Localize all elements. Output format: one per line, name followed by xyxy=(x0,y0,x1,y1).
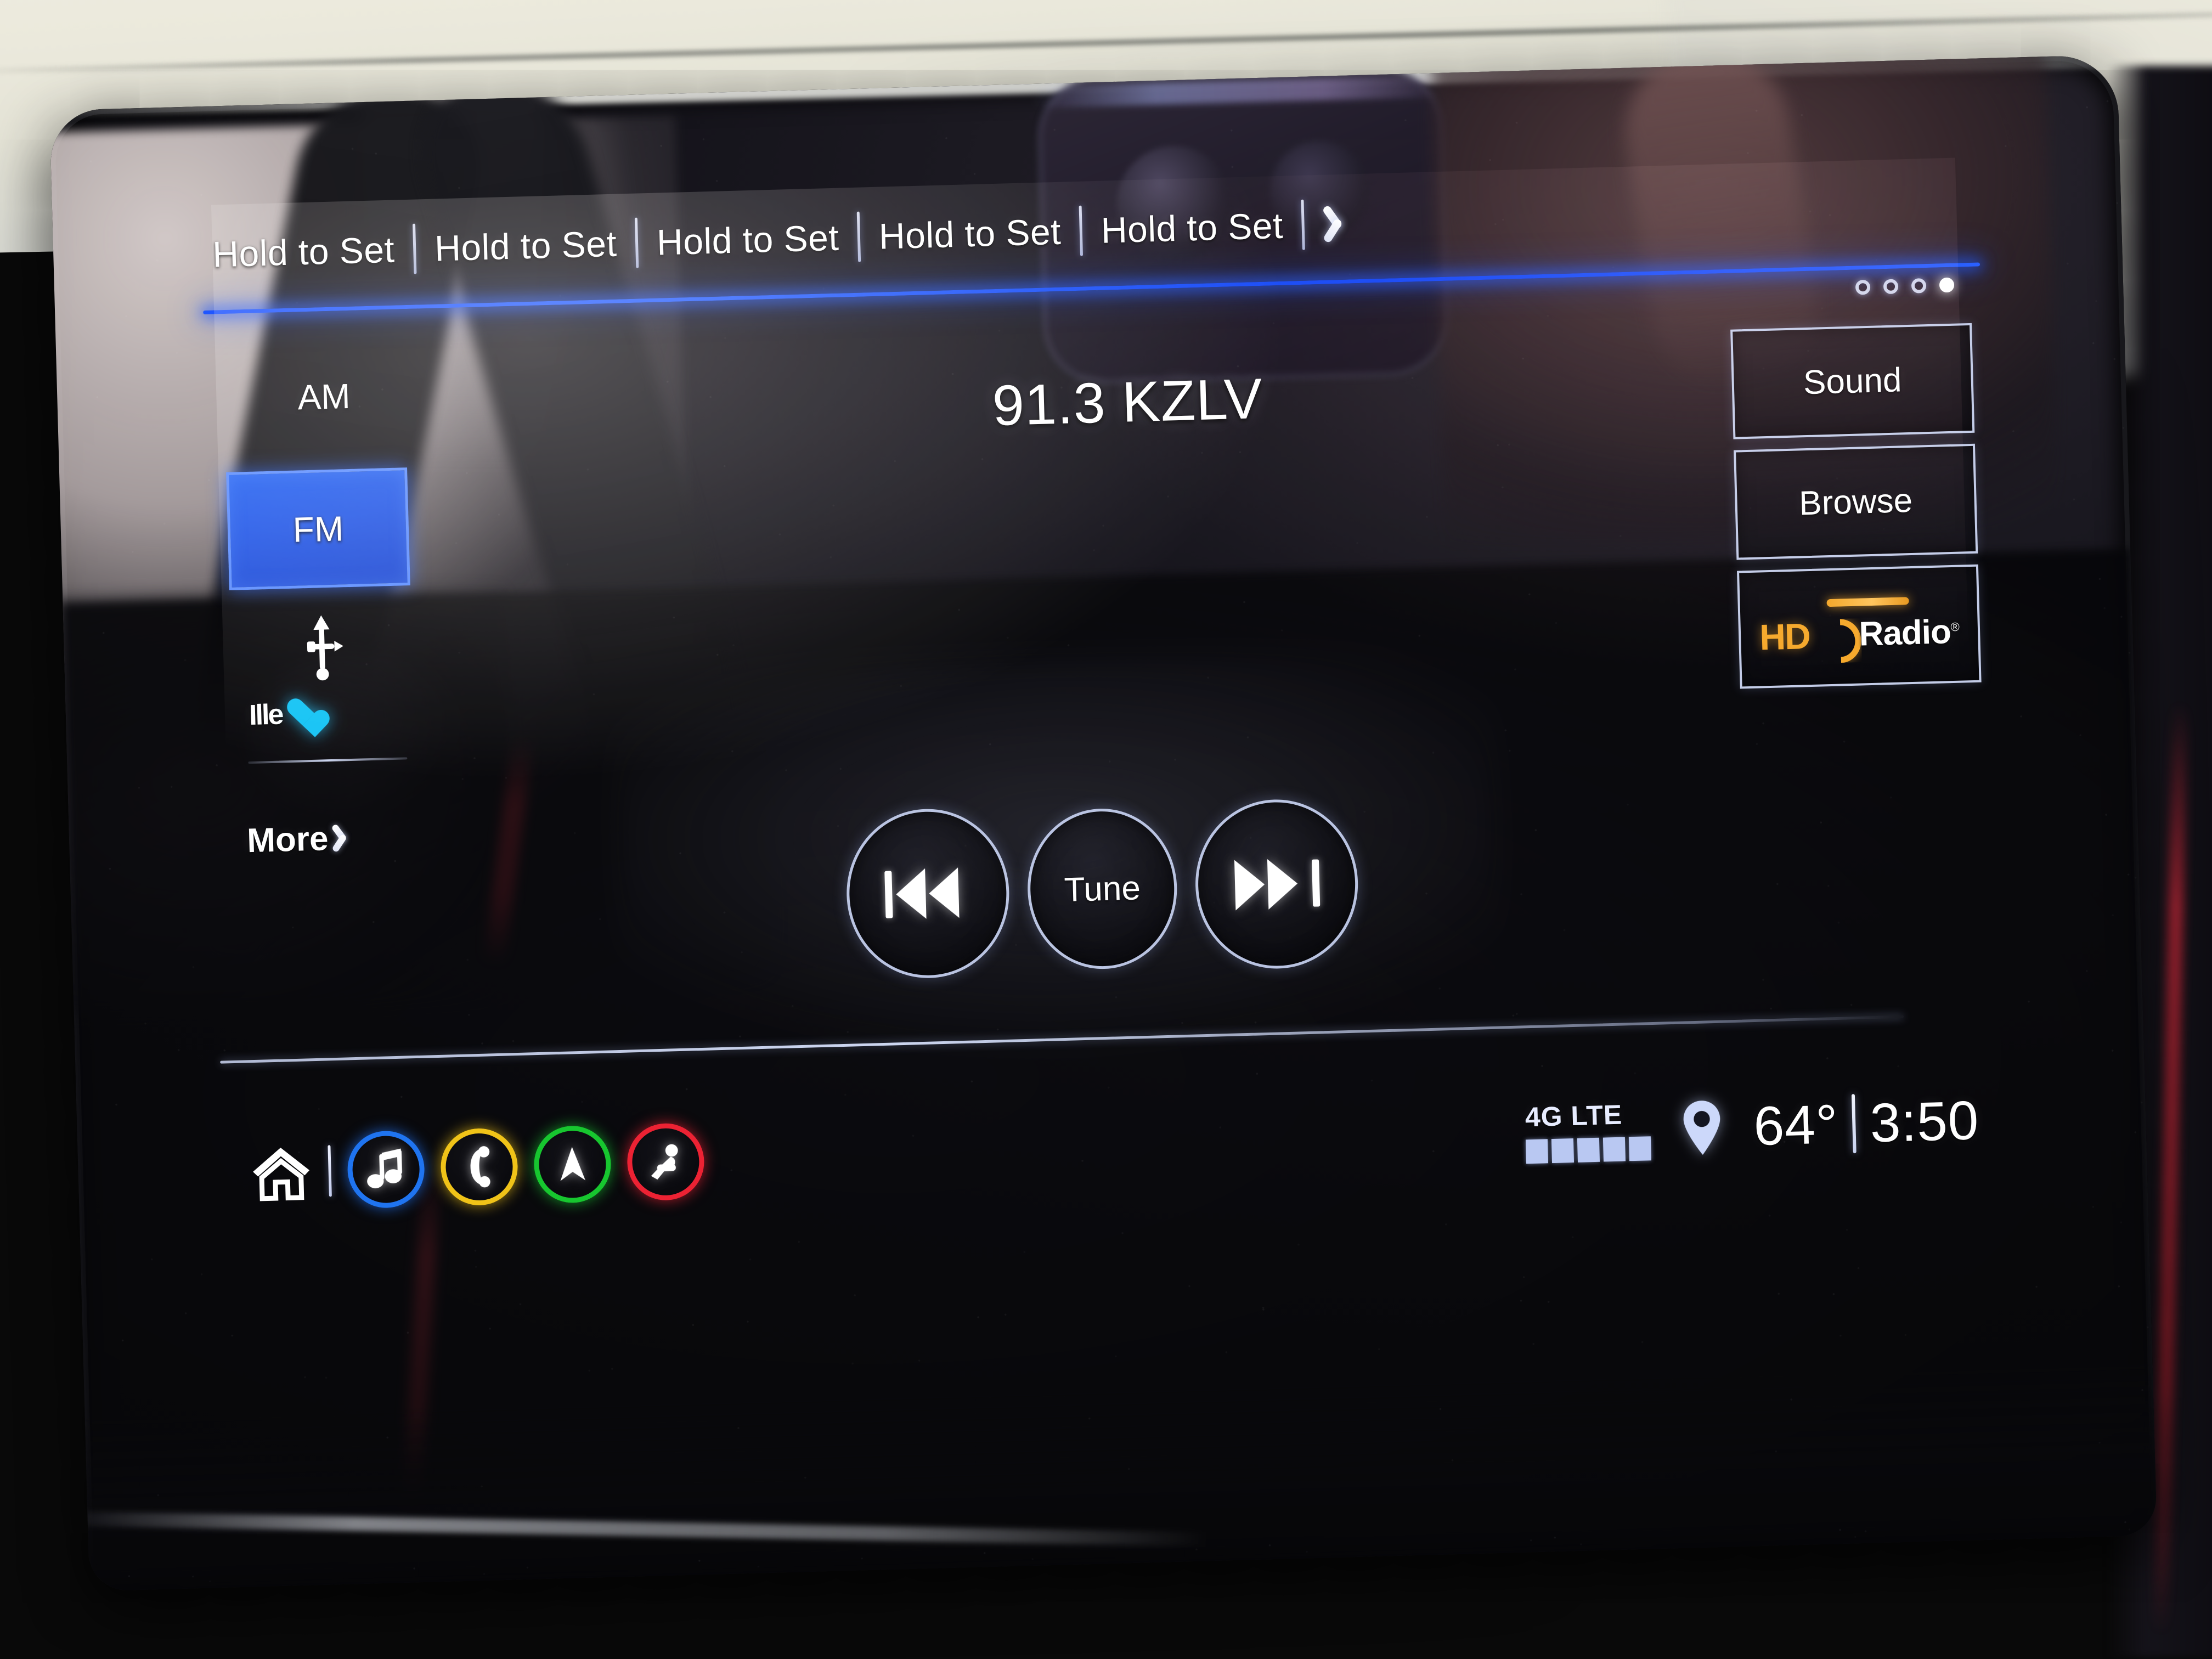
signal-bar-2 xyxy=(1551,1138,1575,1164)
signal-bar-4 xyxy=(1602,1137,1626,1162)
usb-icon xyxy=(307,615,343,681)
seek-next-button[interactable] xyxy=(1193,797,1361,971)
bluetooth-heart-icon xyxy=(286,699,320,730)
page-dot-3[interactable] xyxy=(1911,278,1927,294)
touchscreen-glass[interactable]: Hold to Set Hold to Set Hold to Set Hold… xyxy=(49,54,2157,1592)
source-selector-column: AM FM Ille More xyxy=(216,364,456,1148)
browse-button[interactable]: Browse xyxy=(1734,443,1978,560)
seat-comfort-icon xyxy=(651,1144,678,1180)
temperature-and-time: 64° 3:50 xyxy=(1753,1089,1980,1158)
skip-next-icon xyxy=(1232,857,1321,911)
skip-previous-icon xyxy=(883,867,972,920)
taskbar-separator xyxy=(328,1145,332,1197)
source-am-button[interactable]: AM xyxy=(246,364,402,429)
hd-radio-button[interactable]: HD Radio® xyxy=(1736,564,1982,689)
hd-radio-logo: HD Radio® xyxy=(1759,595,1960,658)
action-button-column: Sound Browse HD Radio® xyxy=(1730,323,1982,700)
preset-button-2[interactable]: Hold to Set xyxy=(415,223,636,269)
network-status: 4G LTE xyxy=(1525,1098,1652,1164)
signal-bar-1 xyxy=(1526,1139,1549,1164)
hd-radio-mark: HD xyxy=(1759,615,1810,658)
signal-bar-3 xyxy=(1577,1137,1600,1163)
more-label: More xyxy=(246,819,329,860)
signal-bar-5 xyxy=(1628,1136,1652,1161)
chevron-right-icon xyxy=(1334,205,1355,242)
screen-assembly: Hold to Set Hold to Set Hold to Set Hold… xyxy=(49,54,2157,1592)
preset-button-1[interactable]: Hold to Set xyxy=(212,229,414,275)
transport-controls: Tune xyxy=(782,789,1423,988)
outside-temperature: 64° xyxy=(1752,1093,1839,1157)
source-list-divider xyxy=(248,757,408,764)
now-playing-station: 91.3 KZLV xyxy=(991,366,1264,438)
sound-button[interactable]: Sound xyxy=(1730,323,1975,439)
status-cluster: 4G LTE 64° 3:50 xyxy=(1286,1057,1981,1202)
chevron-right-icon xyxy=(340,824,355,852)
location-pin-icon xyxy=(1683,1101,1720,1155)
taskbar-item-climate-seat[interactable] xyxy=(626,1122,706,1201)
photographed-infotainment-screen: Hold to Set Hold to Set Hold to Set Hold… xyxy=(0,0,2212,1659)
preset-next-page-button[interactable] xyxy=(1318,190,1370,257)
preset-divider xyxy=(1301,199,1306,250)
preset-button-4[interactable]: Hold to Set xyxy=(860,211,1080,257)
music-note-icon xyxy=(367,1148,402,1188)
page-dot-1[interactable] xyxy=(1855,279,1871,295)
seek-previous-button[interactable] xyxy=(844,806,1012,980)
hd-radio-arc-icon xyxy=(1825,617,1850,653)
home-icon xyxy=(253,1147,310,1201)
bluetooth-device-label: Ille xyxy=(249,698,283,732)
home-button[interactable] xyxy=(250,1143,313,1201)
radio-app-ui: Hold to Set Hold to Set Hold to Set Hold… xyxy=(203,157,1988,1390)
more-sources-button[interactable]: More xyxy=(246,808,435,868)
taskbar-item-navigation[interactable] xyxy=(533,1125,612,1204)
page-indicator xyxy=(1855,277,1955,295)
preset-button-3[interactable]: Hold to Set xyxy=(637,217,858,263)
page-dot-2[interactable] xyxy=(1883,279,1899,295)
network-label: 4G LTE xyxy=(1525,1099,1623,1133)
tune-button[interactable]: Tune xyxy=(1025,806,1180,971)
hd-radio-dash-icon xyxy=(1826,596,1909,607)
phone-handset-icon xyxy=(470,1146,490,1188)
signal-strength-bars xyxy=(1526,1136,1652,1164)
page-dot-4-active[interactable] xyxy=(1939,277,1955,293)
clock-time: 3:50 xyxy=(1869,1089,1980,1154)
navigation-arrow-icon xyxy=(560,1147,586,1181)
status-separator xyxy=(1852,1094,1857,1154)
taskbar-item-audio[interactable] xyxy=(346,1130,426,1209)
source-fm-button-selected[interactable]: FM xyxy=(226,467,410,590)
hd-radio-word: Radio® xyxy=(1858,613,1960,653)
taskbar-item-phone[interactable] xyxy=(439,1127,519,1206)
source-usb-button[interactable] xyxy=(299,613,345,685)
preset-button-5[interactable]: Hold to Set xyxy=(1082,205,1302,251)
location-status xyxy=(1680,1099,1724,1157)
source-bluetooth-button[interactable]: Ille xyxy=(249,689,414,737)
